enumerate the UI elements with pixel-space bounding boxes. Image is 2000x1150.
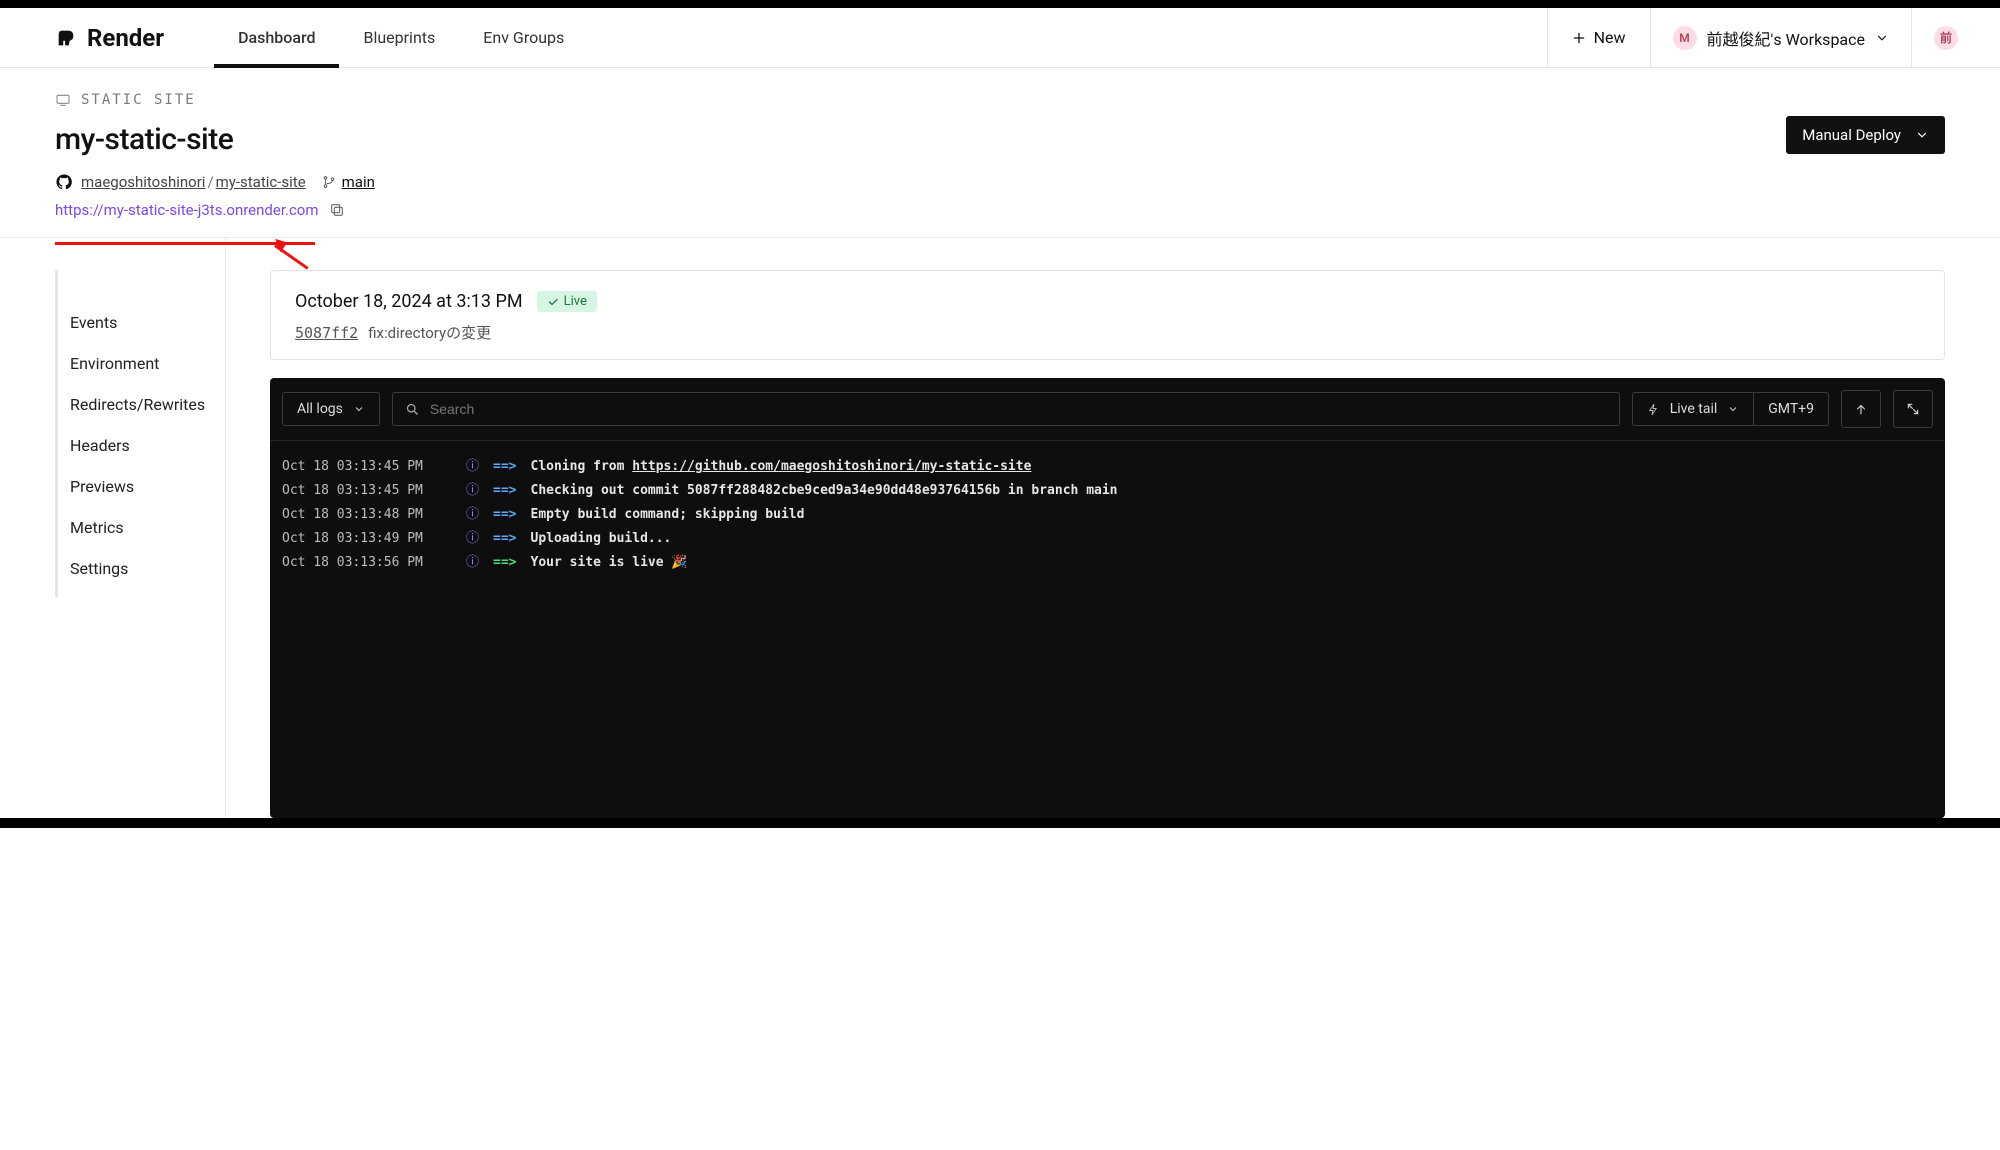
chevron-down-icon <box>353 403 365 415</box>
log-panel: All logs Live tail GMT+ <box>270 378 1945 818</box>
new-button[interactable]: New <box>1548 8 1650 67</box>
primary-nav: Dashboard Blueprints Env Groups <box>214 8 588 67</box>
manual-deploy-label: Manual Deploy <box>1802 126 1901 144</box>
workspace-label: 前越俊紀's Workspace <box>1707 26 1865 50</box>
service-url-link[interactable]: https://my-static-site-j3ts.onrender.com <box>55 201 319 219</box>
workspace-selector[interactable]: M 前越俊紀's Workspace <box>1651 8 1911 67</box>
page-title: my-static-site <box>55 122 233 157</box>
log-line: Oct 18 03:13:48 PMⓘ==>Empty build comman… <box>282 503 1933 527</box>
github-repo-link[interactable]: maegoshitoshinori/my-static-site <box>55 173 306 191</box>
deploy-date: October 18, 2024 at 3:13 PM <box>295 291 523 312</box>
nav-blueprints[interactable]: Blueprints <box>339 8 459 67</box>
github-icon <box>55 173 73 191</box>
static-site-icon <box>55 92 71 108</box>
copy-icon <box>329 202 345 218</box>
repo-owner[interactable]: maegoshitoshinori <box>81 173 205 191</box>
commit-message: fix:directoryの変更 <box>368 322 491 343</box>
page-header: STATIC SITE my-static-site Manual Deploy… <box>0 68 2000 238</box>
new-button-label: New <box>1594 28 1626 47</box>
deploy-summary-card: October 18, 2024 at 3:13 PM Live 5087ff2… <box>270 270 1945 360</box>
workspace-avatar: M <box>1673 26 1697 50</box>
nav-dashboard[interactable]: Dashboard <box>214 8 339 67</box>
commit-hash-link[interactable]: 5087ff2 <box>295 324 358 342</box>
log-search-input[interactable] <box>430 401 1607 417</box>
nav-env-groups[interactable]: Env Groups <box>459 8 588 67</box>
plus-icon <box>1572 31 1586 45</box>
log-output: Oct 18 03:13:45 PMⓘ==>Cloning from https… <box>270 441 1945 589</box>
brand-logo[interactable]: Render <box>55 24 164 52</box>
live-label: Live <box>564 294 587 309</box>
expand-button[interactable] <box>1893 390 1933 428</box>
user-avatar: 前 <box>1934 26 1958 50</box>
check-icon <box>547 296 559 308</box>
sidebar: Events Environment Redirects/Rewrites He… <box>55 270 225 597</box>
scroll-top-button[interactable] <box>1841 390 1881 428</box>
sidebar-item-metrics[interactable]: Metrics <box>70 507 225 548</box>
log-line: Oct 18 03:13:45 PMⓘ==>Checking out commi… <box>282 479 1933 503</box>
log-search[interactable] <box>392 392 1620 426</box>
repo-name[interactable]: my-static-site <box>216 173 306 191</box>
render-logo-icon <box>55 27 77 49</box>
top-nav: Render Dashboard Blueprints Env Groups N… <box>0 8 2000 68</box>
copy-url-button[interactable] <box>329 202 345 218</box>
brand-text: Render <box>87 24 164 52</box>
branch-link[interactable]: main <box>322 173 375 191</box>
chevron-down-icon <box>1915 128 1929 142</box>
log-line: Oct 18 03:13:45 PMⓘ==>Cloning from https… <box>282 455 1933 479</box>
timezone-label: GMT+9 <box>1768 401 1814 417</box>
log-line: Oct 18 03:13:56 PMⓘ==>Your site is live … <box>282 551 1933 575</box>
expand-icon <box>1906 402 1920 416</box>
log-filter-dropdown[interactable]: All logs <box>282 392 380 426</box>
branch-name: main <box>342 173 375 191</box>
bolt-icon <box>1647 403 1660 416</box>
search-icon <box>405 402 420 417</box>
live-tail-toggle[interactable]: Live tail <box>1632 392 1755 426</box>
sidebar-item-settings[interactable]: Settings <box>70 548 225 589</box>
sidebar-item-events[interactable]: Events <box>70 302 225 343</box>
live-tail-label: Live tail <box>1670 401 1718 417</box>
user-avatar-button[interactable]: 前 <box>1912 8 1980 67</box>
sidebar-item-previews[interactable]: Previews <box>70 466 225 507</box>
sidebar-item-redirects[interactable]: Redirects/Rewrites <box>70 384 225 425</box>
manual-deploy-button[interactable]: Manual Deploy <box>1786 116 1945 154</box>
sidebar-item-environment[interactable]: Environment <box>70 343 225 384</box>
chevron-down-icon <box>1727 403 1739 415</box>
log-line: Oct 18 03:13:49 PMⓘ==>Uploading build... <box>282 527 1933 551</box>
service-type-label: STATIC SITE <box>81 92 196 108</box>
live-status-badge: Live <box>537 291 597 312</box>
log-filter-label: All logs <box>297 401 343 417</box>
chevron-down-icon <box>1875 31 1889 45</box>
arrow-up-icon <box>1854 402 1868 416</box>
timezone-button[interactable]: GMT+9 <box>1754 392 1829 426</box>
branch-icon <box>322 175 336 189</box>
sidebar-item-headers[interactable]: Headers <box>70 425 225 466</box>
